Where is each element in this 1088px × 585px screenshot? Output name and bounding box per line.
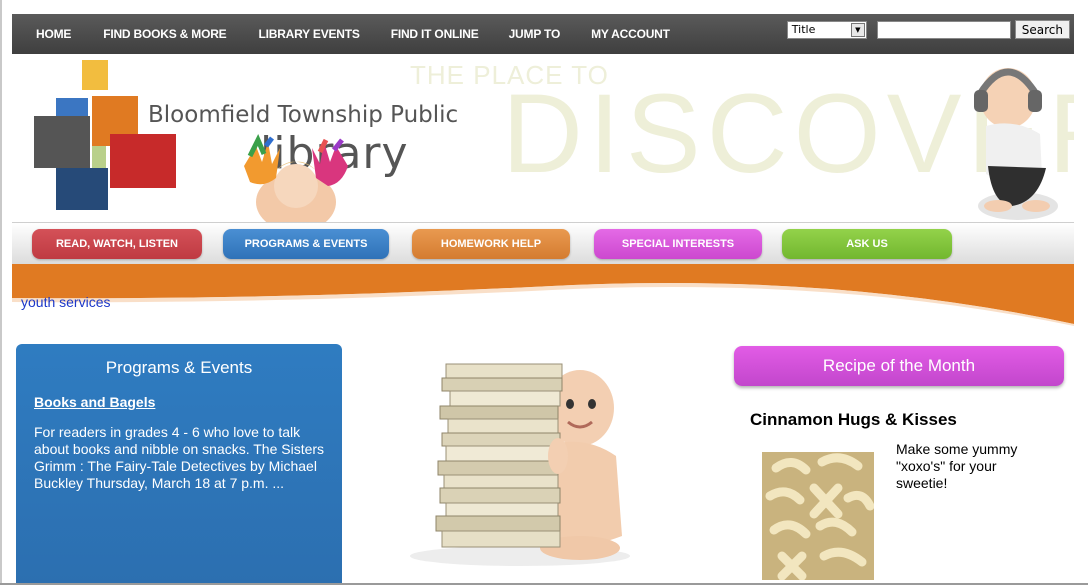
baby-books-image: [410, 363, 630, 566]
library-logo-icon[interactable]: [34, 60, 194, 212]
top-nav: HOME FIND BOOKS & MORE LIBRARY EVENTS FI…: [12, 14, 670, 54]
tab-programs-events[interactable]: PROGRAMS & EVENTS: [223, 229, 389, 259]
nav-jump-to[interactable]: JUMP TO: [509, 27, 561, 41]
section-tabs: READ, WATCH, LISTEN PROGRAMS & EVENTS HO…: [12, 222, 1074, 264]
programs-events-panel: Programs & Events Books and Bagels For r…: [16, 344, 342, 585]
nav-find-it-online[interactable]: FIND IT ONLINE: [391, 27, 479, 41]
recipe-of-the-month-button[interactable]: Recipe of the Month: [734, 346, 1064, 386]
tab-special-interests[interactable]: SPECIAL INTERESTS: [594, 229, 762, 259]
search-type-select[interactable]: Title ▼: [786, 20, 867, 39]
tab-read-watch-listen[interactable]: READ, WATCH, LISTEN: [32, 229, 202, 259]
nav-find-books[interactable]: FIND BOOKS & MORE: [103, 27, 226, 41]
top-nav-bar: HOME FIND BOOKS & MORE LIBRARY EVENTS FI…: [12, 14, 1074, 54]
child-painted-hands-image: [244, 134, 348, 222]
library-name: Bloomfield Township Public: [148, 102, 459, 128]
panel-title: Programs & Events: [105, 358, 253, 377]
search-type-value: Title: [791, 23, 816, 36]
recipe-title: Cinnamon Hugs & Kisses: [750, 410, 957, 429]
breadcrumb-youth-services[interactable]: youth services: [21, 294, 110, 310]
search-input[interactable]: [876, 20, 1011, 39]
nav-library-events[interactable]: LIBRARY EVENTS: [258, 27, 359, 41]
tab-homework-help[interactable]: HOMEWORK HELP: [412, 229, 570, 259]
tab-ask-us[interactable]: ASK US: [782, 229, 952, 259]
event-description: For readers in grades 4 - 6 who love to …: [34, 424, 325, 491]
search-area: Title ▼ Search: [786, 20, 1070, 39]
recipe-description: Make some yummy "xoxo's" for your sweeti…: [896, 441, 1018, 491]
event-link-books-and-bagels[interactable]: Books and Bagels: [34, 394, 155, 410]
header-banner: THE PLACE TO DISCOVER Bloomfield Townshi…: [12, 54, 1074, 222]
nav-home[interactable]: HOME: [36, 27, 71, 41]
nav-my-account[interactable]: MY ACCOUNT: [591, 27, 670, 41]
page-edge: [0, 0, 2, 585]
orange-wave-band: [12, 264, 1074, 326]
chevron-down-icon[interactable]: ▼: [850, 22, 865, 37]
search-button[interactable]: Search: [1014, 20, 1070, 39]
cinnamon-cookies-image: [762, 452, 874, 580]
toddler-headphones-image: [974, 68, 1058, 220]
